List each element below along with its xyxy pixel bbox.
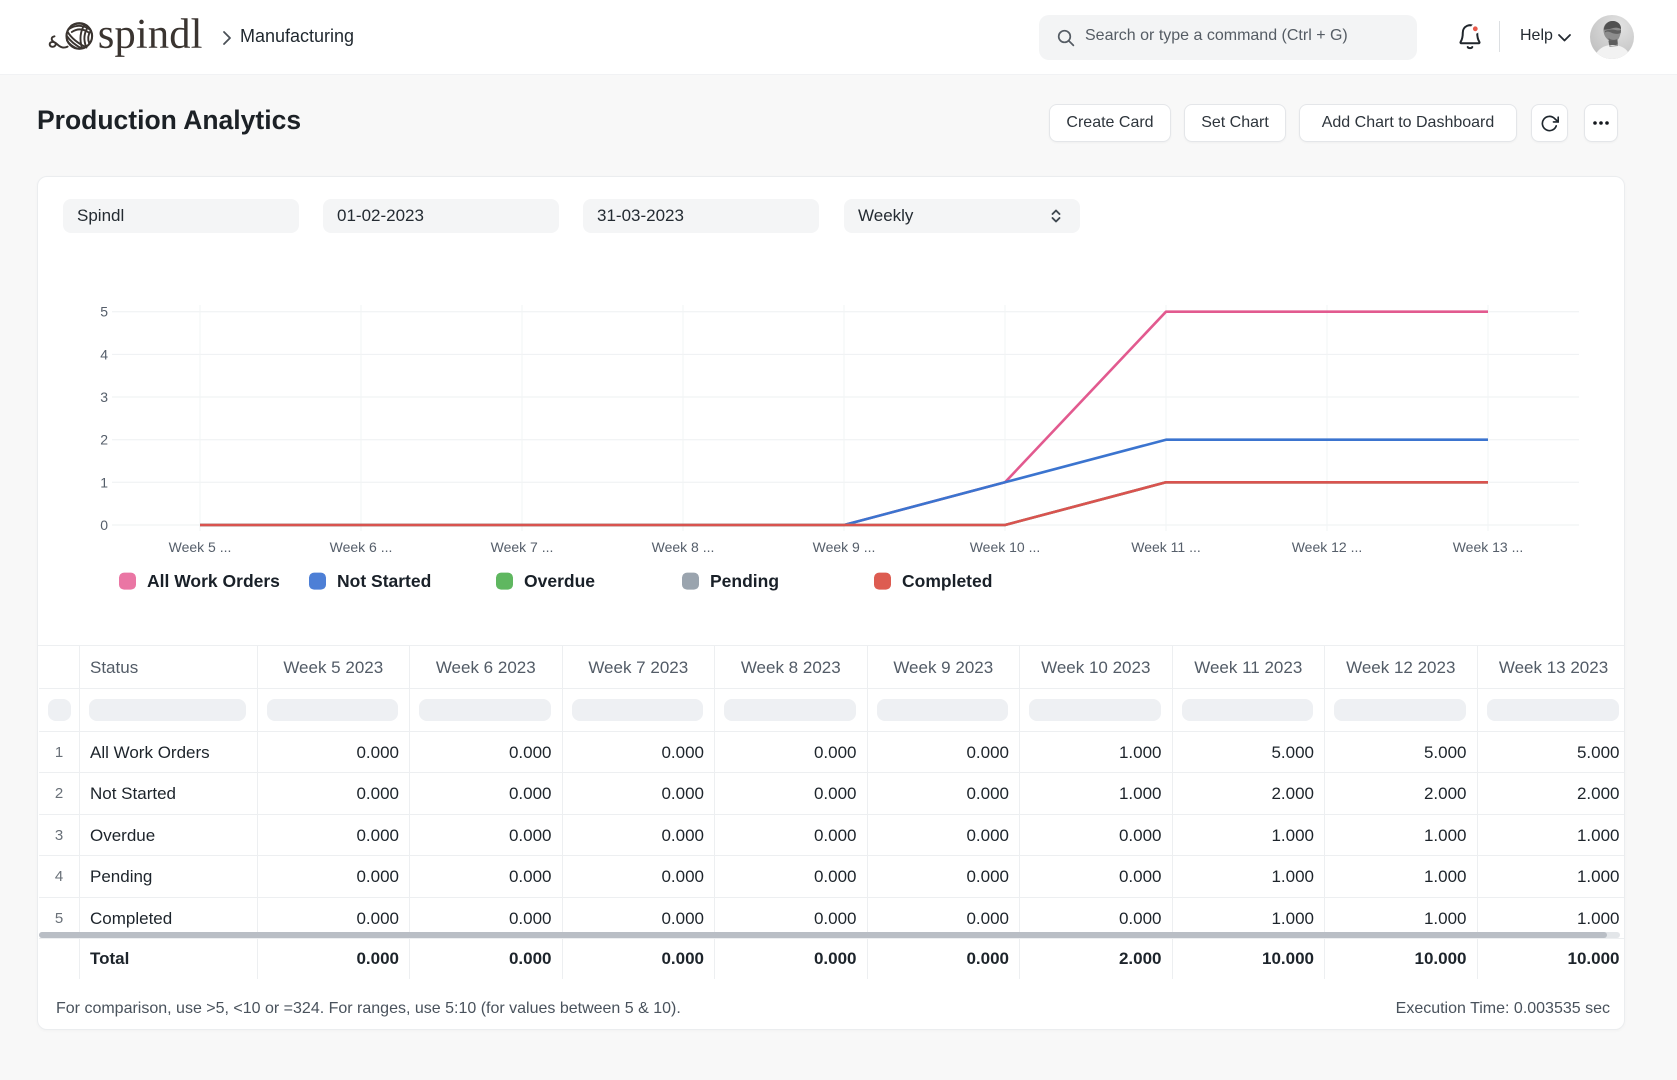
svg-text:4: 4 (100, 346, 108, 362)
svg-text:Week 5 ...: Week 5 ... (169, 539, 232, 555)
svg-text:1: 1 (100, 474, 108, 490)
svg-text:Not Started: Not Started (337, 571, 431, 591)
svg-text:All Work Orders: All Work Orders (147, 571, 280, 591)
svg-text:Week 10 ...: Week 10 ... (970, 539, 1041, 555)
svg-text:5: 5 (100, 304, 108, 320)
svg-text:Week 13 ...: Week 13 ... (1453, 539, 1524, 555)
svg-text:Week 11 ...: Week 11 ... (1131, 539, 1201, 555)
svg-text:Week 7 ...: Week 7 ... (491, 539, 554, 555)
svg-text:Pending: Pending (710, 571, 779, 591)
svg-text:0: 0 (100, 517, 108, 533)
svg-text:Week 6 ...: Week 6 ... (330, 539, 393, 555)
svg-text:Overdue: Overdue (524, 571, 595, 591)
svg-text:Week 12 ...: Week 12 ... (1292, 539, 1363, 555)
svg-text:2: 2 (100, 432, 108, 448)
svg-text:3: 3 (100, 389, 108, 405)
svg-text:Completed: Completed (902, 571, 992, 591)
svg-text:Week 9 ...: Week 9 ... (813, 539, 876, 555)
svg-text:Week 8 ...: Week 8 ... (652, 539, 715, 555)
